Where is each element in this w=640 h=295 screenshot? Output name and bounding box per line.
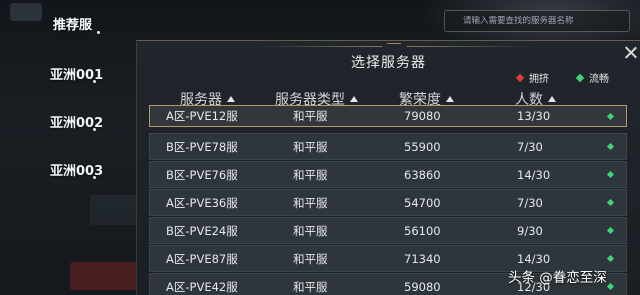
legend-smooth: 流畅 [575,70,609,85]
server-player-count: 7/30 [517,195,543,210]
status-cell [606,190,615,215]
server-type: 和平服 [293,223,328,238]
smooth-status-icon [606,226,615,235]
sort-arrow-icon [227,96,235,102]
sort-arrow-icon [548,96,556,102]
legend-smooth-label: 流畅 [589,74,609,85]
crowded-diamond-icon [515,73,525,82]
status-cell [606,218,615,243]
status-cell [606,246,615,271]
server-name: B区-PVE76服 [166,167,238,182]
watermark: 头条 @眷恋至深 [508,270,607,286]
server-prosperity: 55900 [404,139,441,154]
title-decoration [407,46,537,47]
server-row[interactable]: A区-PVE12服 和平服 79080 13/30 [149,105,627,127]
server-type: 和平服 [293,109,328,123]
sort-arrow-icon [446,96,454,102]
status-cell [606,162,615,187]
server-type: 和平服 [293,167,328,182]
smooth-status-icon [606,170,615,179]
server-prosperity: 54700 [404,195,441,210]
smooth-status-icon [606,254,615,263]
status-cell [606,134,615,159]
nav-item-recommended[interactable]: 推荐服 [53,14,92,33]
sort-arrow-icon [350,96,358,102]
game-logo-icon [10,3,42,21]
server-name: B区-PVE78服 [166,139,238,154]
status-cell [606,106,615,126]
server-name: A区-PVE87服 [166,251,238,266]
server-row[interactable]: B区-PVE76服 和平服 63860 14/30 [149,161,627,188]
server-player-count: 13/30 [517,109,551,123]
server-search-box[interactable] [444,10,630,32]
server-select-modal: 选择服务器 拥挤 流畅 服务器 服务器类型 繁荣度 人数 A区-PVE12服 和… [136,40,640,295]
server-player-count: 7/30 [517,139,543,154]
server-prosperity: 79080 [404,109,441,123]
nav-item-indicator [93,80,96,83]
smooth-status-icon [606,112,615,120]
server-type: 和平服 [293,195,328,210]
smooth-status-icon [606,142,615,151]
server-name: A区-PVE42服 [166,279,238,294]
region-nav: 推荐服 亚洲001 亚洲002 亚洲003 [0,0,140,295]
legend-crowded: 拥挤 [515,70,549,85]
title-ornament-icon [387,43,401,49]
server-prosperity: 59080 [404,279,441,294]
smooth-status-icon [606,198,615,207]
modal-title: 选择服务器 [351,55,426,71]
smooth-status-icon [606,282,615,291]
server-player-count: 9/30 [517,223,543,238]
server-type: 和平服 [293,139,328,154]
server-name: A区-PVE12服 [166,109,238,123]
status-cell [606,274,615,295]
close-icon[interactable] [624,45,638,59]
nav-item-indicator [93,128,96,131]
server-prosperity: 56100 [404,223,441,238]
server-name: A区-PVE36服 [166,195,238,210]
nav-item-indicator [97,31,100,34]
server-prosperity: 63860 [404,167,441,182]
nav-item-indicator [93,176,96,179]
server-search-input[interactable] [463,16,629,26]
server-name: B区-PVE24服 [166,223,238,238]
legend-crowded-label: 拥挤 [529,74,549,85]
server-type: 和平服 [293,279,328,294]
server-player-count: 14/30 [517,167,551,182]
server-row[interactable]: B区-PVE78服 和平服 55900 7/30 [149,133,627,160]
title-decoration [252,46,382,47]
server-type: 和平服 [293,251,328,266]
server-prosperity: 71340 [404,251,441,266]
server-row[interactable]: A区-PVE36服 和平服 54700 7/30 [149,189,627,216]
server-row[interactable]: B区-PVE24服 和平服 56100 9/30 [149,217,627,244]
smooth-diamond-icon [575,73,585,82]
